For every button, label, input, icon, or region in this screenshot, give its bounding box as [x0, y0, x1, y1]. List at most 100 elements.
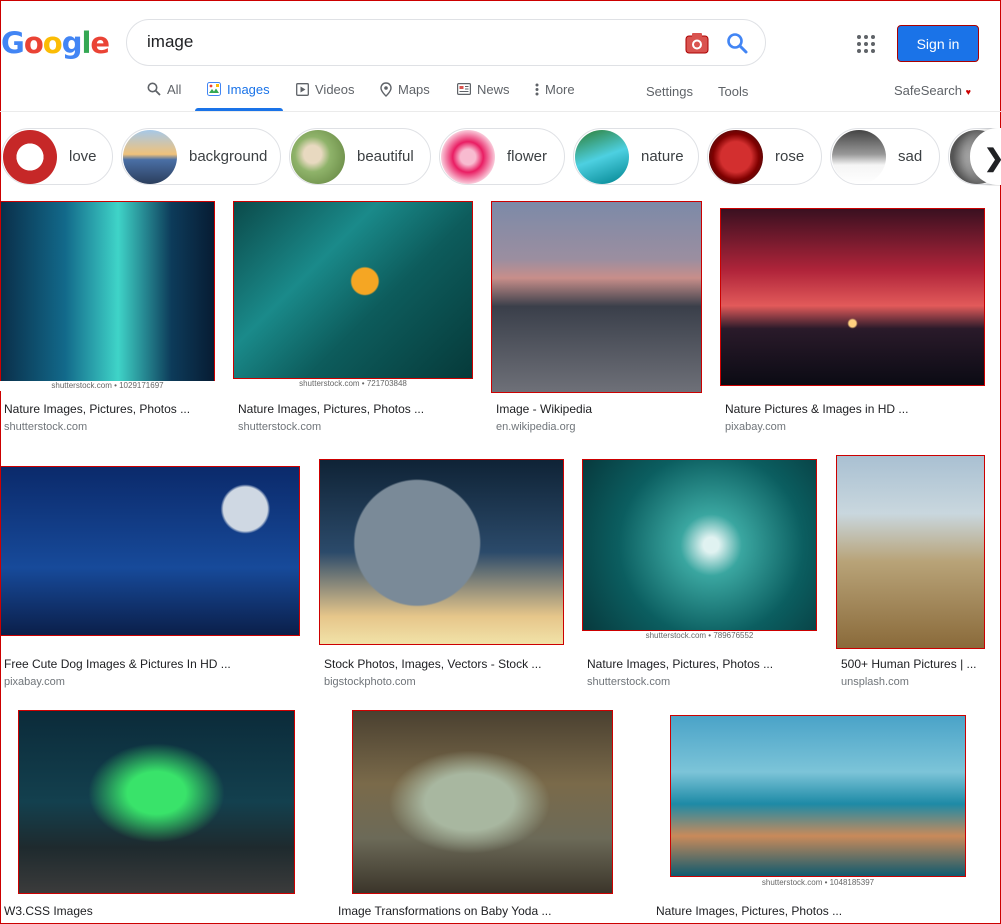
logo-letter: G	[1, 26, 25, 60]
chip-beautiful[interactable]: beautiful	[289, 128, 431, 185]
tab-all[interactable]: All	[147, 80, 181, 98]
lake-thumb	[123, 129, 177, 184]
result-card[interactable]: Nature Pictures & Images in HD ... pixab…	[720, 208, 986, 436]
result-card[interactable]: shutterstock.com • 789676552 Nature Imag…	[582, 459, 818, 692]
result-domain: shutterstock.com	[587, 676, 671, 688]
result-title[interactable]: W3.CSS Images	[4, 904, 304, 918]
tab-images-label: Images	[227, 81, 270, 97]
result-title[interactable]: Stock Photos, Images, Vectors - Stock ..…	[324, 657, 562, 671]
result-image[interactable]	[0, 466, 300, 636]
result-domain: pixabay.com	[4, 676, 65, 688]
active-tab-indicator	[195, 108, 283, 111]
result-domain: shutterstock.com	[4, 421, 88, 433]
image-watermark: shutterstock.com • 789676552	[582, 631, 817, 641]
image-icon	[207, 82, 221, 96]
search-box[interactable]: image	[126, 19, 766, 66]
result-image[interactable]	[582, 459, 817, 631]
chip-nature[interactable]: nature	[573, 128, 699, 185]
chip-label: rose	[775, 148, 805, 165]
result-image[interactable]	[0, 201, 215, 382]
search-input[interactable]: image	[147, 32, 193, 52]
result-image[interactable]	[720, 208, 985, 386]
couple-thumb	[3, 129, 57, 184]
flower-thumb	[441, 129, 495, 184]
chip-label: background	[189, 148, 268, 165]
safesearch-toggle[interactable]: SafeSearch ♥	[894, 83, 971, 98]
chip-label: flower	[507, 148, 548, 165]
logo-letter: o	[42, 26, 63, 60]
result-image[interactable]	[836, 455, 985, 649]
chip-label: love	[69, 148, 97, 165]
result-card[interactable]: W3.CSS Images	[0, 710, 314, 924]
tab-videos-label: Videos	[315, 81, 355, 97]
result-image[interactable]	[319, 459, 564, 645]
settings-link[interactable]: Settings	[646, 82, 693, 100]
result-image[interactable]	[491, 201, 702, 393]
more-vert-icon	[535, 83, 539, 95]
chip-label: nature	[641, 148, 684, 165]
result-card[interactable]: Free Cute Dog Images & Pictures In HD ..…	[0, 466, 301, 692]
tab-videos[interactable]: Videos	[296, 80, 355, 98]
logo-letter: g	[61, 26, 83, 60]
result-title[interactable]: 500+ Human Pictures | ...	[841, 657, 983, 671]
image-watermark: shutterstock.com • 1048185397	[670, 878, 966, 888]
tab-news[interactable]: News	[457, 80, 510, 98]
result-title[interactable]: Nature Images, Pictures, Photos ...	[4, 402, 214, 416]
image-watermark: shutterstock.com • 1029171697	[0, 381, 215, 391]
apps-grid-icon[interactable]	[857, 35, 875, 53]
heart-icon: ♥	[965, 87, 971, 97]
google-logo[interactable]: Google	[1, 26, 110, 60]
result-card[interactable]: shutterstock.com • 1029171697 Nature Ima…	[0, 201, 216, 436]
chip-love[interactable]: love	[1, 128, 113, 185]
tab-more[interactable]: More	[535, 80, 575, 98]
eye-thumb	[832, 129, 886, 184]
result-card[interactable]: Image - Wikipedia en.wikipedia.org	[491, 201, 703, 436]
video-icon	[296, 82, 309, 96]
tab-maps-label: Maps	[398, 81, 430, 97]
tab-maps[interactable]: Maps	[380, 80, 430, 98]
result-title[interactable]: Nature Images, Pictures, Photos ...	[656, 904, 976, 918]
camera-icon[interactable]	[685, 32, 709, 54]
search-tabs: All Images Videos Maps News More Setting…	[0, 72, 1001, 112]
image-watermark: shutterstock.com • 721703848	[233, 379, 473, 389]
result-card[interactable]: 500+ Human Pictures | ... unsplash.com	[836, 455, 986, 692]
chip-sad[interactable]: sad	[830, 128, 940, 185]
result-image[interactable]	[670, 715, 966, 877]
result-image[interactable]	[233, 201, 473, 379]
result-title[interactable]: Nature Images, Pictures, Photos ...	[587, 657, 813, 671]
logo-letter: e	[90, 26, 110, 60]
girl-thumb	[291, 129, 345, 184]
result-domain: pixabay.com	[725, 421, 786, 433]
chevron-right-icon: ❯	[984, 144, 1001, 173]
map-pin-icon	[380, 81, 392, 97]
logo-letter: o	[23, 26, 44, 60]
result-domain: unsplash.com	[841, 676, 909, 688]
tools-link[interactable]: Tools	[718, 82, 748, 100]
chip-rose[interactable]: rose	[707, 128, 822, 185]
rose-thumb	[709, 129, 763, 184]
chip-label: sad	[898, 148, 923, 165]
result-image[interactable]	[352, 710, 613, 894]
result-domain: en.wikipedia.org	[496, 421, 576, 433]
chip-background[interactable]: background	[121, 128, 281, 185]
result-domain: bigstockphoto.com	[324, 676, 416, 688]
search-icon[interactable]	[725, 31, 749, 55]
chip-flower[interactable]: flower	[439, 128, 565, 185]
sign-in-button[interactable]: Sign in	[897, 25, 979, 62]
result-card[interactable]: shutterstock.com • 1048185397 Nature Ima…	[652, 710, 985, 924]
result-image[interactable]	[18, 710, 295, 894]
result-card[interactable]: shutterstock.com • 721703848 Nature Imag…	[233, 201, 474, 436]
result-card[interactable]: Image Transformations on Baby Yoda ...	[334, 710, 632, 924]
safesearch-label: SafeSearch	[894, 83, 962, 98]
tab-more-label: More	[545, 81, 575, 97]
result-card[interactable]: Stock Photos, Images, Vectors - Stock ..…	[319, 459, 565, 692]
result-title[interactable]: Free Cute Dog Images & Pictures In HD ..…	[4, 657, 299, 671]
result-title[interactable]: Nature Pictures & Images in HD ...	[725, 402, 980, 416]
tab-images[interactable]: Images	[207, 80, 270, 98]
result-title[interactable]: Image - Wikipedia	[496, 402, 696, 416]
result-title[interactable]: Nature Images, Pictures, Photos ...	[238, 402, 468, 416]
waterfall-thumb	[575, 129, 629, 184]
result-title[interactable]: Image Transformations on Baby Yoda ...	[338, 904, 628, 918]
result-domain: shutterstock.com	[238, 421, 322, 433]
related-search-chips: love background beautiful flower nature …	[0, 128, 1001, 186]
